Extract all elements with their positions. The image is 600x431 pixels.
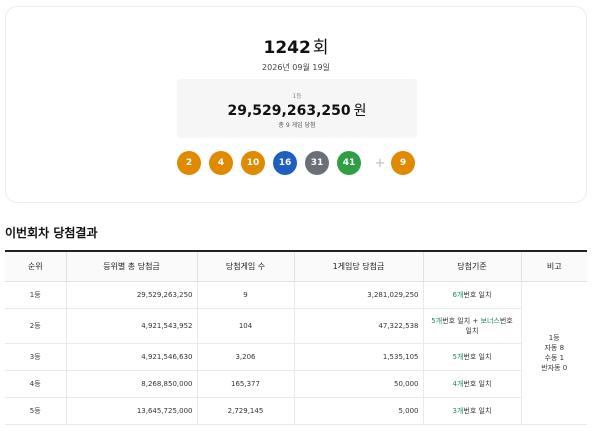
criteria-count: 6개: [452, 291, 464, 299]
header-criteria: 당첨기준: [422, 250, 521, 282]
cell-prize-per-game: 50,000: [293, 370, 423, 398]
criteria-text: 번호: [499, 317, 513, 325]
first-prize-amount-unit: 원: [353, 103, 367, 119]
table-row: 1등 29,529,263,250 9 3,281,029,250 6개번호 일…: [5, 281, 587, 425]
criteria-text: 일치: [465, 327, 479, 335]
lotto-ball-3: 10: [241, 151, 265, 175]
lotto-ball-1: 2: [177, 151, 201, 175]
cell-winning-games: 165,377: [196, 370, 294, 398]
criteria-count: 4개: [452, 380, 464, 388]
note-line: 수동 1: [544, 354, 565, 362]
cell-prize-per-game: 5,000: [293, 397, 423, 425]
header-prize-per-game: 1게임당 당첨금: [293, 250, 423, 282]
header-winning-games: 당첨게임 수: [196, 250, 294, 282]
header-note: 비고: [520, 250, 587, 282]
cell-criteria: 5개번호 일치 + 보너스번호일치: [422, 308, 521, 344]
first-prize-games: 총 9 게임 당첨: [278, 122, 316, 129]
results-table: 순위 등위별 총 당첨금 당첨게임 수 1게임당 당첨금 당첨기준 비고 1등 …: [5, 250, 587, 425]
table-row: 5등 13,645,725,000 2,729,145 5,000 3개번호 일…: [5, 397, 587, 425]
first-prize-box: 1등 29,529,263,250 원 총 9 게임 당첨: [177, 79, 417, 138]
lotto-ball-4: 16: [273, 151, 297, 175]
cell-winning-games: 2,729,145: [196, 397, 294, 425]
draw-date: 2026년 09월 19일: [262, 63, 330, 72]
cell-total-prize: 8,268,850,000: [65, 370, 197, 398]
criteria-text: 번호 일치: [463, 353, 492, 361]
cell-criteria: 4개번호 일치: [422, 370, 521, 398]
criteria-count: 5개: [452, 353, 464, 361]
results-header-row: 순위 등위별 총 당첨금 당첨게임 수 1게임당 당첨금 당첨기준 비고: [5, 250, 587, 282]
first-prize-amount: 29,529,263,250 원: [177, 100, 417, 120]
note-line: 반자동 0: [541, 364, 568, 372]
lotto-ball-5: 31: [305, 151, 329, 175]
criteria-text: 번호 일치: [463, 291, 492, 299]
criteria-text: 번호 일치: [463, 407, 492, 415]
cell-rank: 5등: [5, 397, 66, 425]
round-unit: 회: [312, 38, 329, 58]
criteria-count: 5개: [431, 317, 443, 325]
first-prize-amount-value: 29,529,263,250: [227, 103, 351, 119]
note-line: 자동 8: [544, 344, 565, 352]
cell-winning-games: 9: [196, 281, 294, 309]
cell-rank: 3등: [5, 343, 66, 371]
cell-prize-per-game: 1,535,105: [293, 343, 423, 371]
results-section-title: 이번회차 당첨결과: [5, 226, 98, 240]
criteria-bonus: 보너스: [480, 317, 500, 325]
header-total-prize: 등위별 총 당첨금: [65, 250, 197, 282]
note-line: 1등: [548, 334, 560, 342]
round-title: 1242 회: [6, 33, 586, 58]
cell-total-prize: 13,645,725,000: [65, 397, 197, 425]
cell-winning-games: 3,206: [196, 343, 294, 371]
cell-winning-games: 104: [196, 308, 294, 344]
cell-total-prize: 4,921,546,630: [65, 343, 197, 371]
criteria-text: 번호 일치 +: [442, 317, 481, 325]
cell-note: 1등 자동 8 수동 1 반자동 0: [520, 281, 587, 425]
header-rank: 순위: [5, 250, 66, 282]
lotto-ball-6: 41: [337, 151, 361, 175]
draw-summary-card: 1242 회 2026년 09월 19일 1등 29,529,263,250 원 총…: [5, 6, 587, 203]
cell-criteria: 6개번호 일치: [422, 281, 521, 309]
table-row: 3등 4,921,546,630 3,206 1,535,105 5개번호 일치: [5, 343, 587, 371]
lotto-ball-2: 4: [209, 151, 233, 175]
cell-criteria: 5개번호 일치: [422, 343, 521, 371]
table-row: 4등 8,268,850,000 165,377 50,000 4개번호 일치: [5, 370, 587, 398]
cell-rank: 4등: [5, 370, 66, 398]
cell-total-prize: 29,529,263,250: [65, 281, 197, 309]
cell-prize-per-game: 47,322,538: [293, 308, 423, 344]
cell-prize-per-game: 3,281,029,250: [293, 281, 423, 309]
cell-rank: 2등: [5, 308, 66, 344]
cell-rank: 1등: [5, 281, 66, 309]
plus-icon: +: [374, 155, 386, 171]
first-prize-rank: 1등: [292, 93, 302, 100]
bonus-ball: 9: [391, 151, 415, 175]
cell-total-prize: 4,921,543,952: [65, 308, 197, 344]
cell-criteria: 3개번호 일치: [422, 397, 521, 425]
table-row: 2등 4,921,543,952 104 47,322,538 5개번호 일치 …: [5, 308, 587, 344]
round-number: 1242: [263, 38, 311, 58]
criteria-count: 3개: [452, 407, 464, 415]
criteria-text: 번호 일치: [463, 380, 492, 388]
